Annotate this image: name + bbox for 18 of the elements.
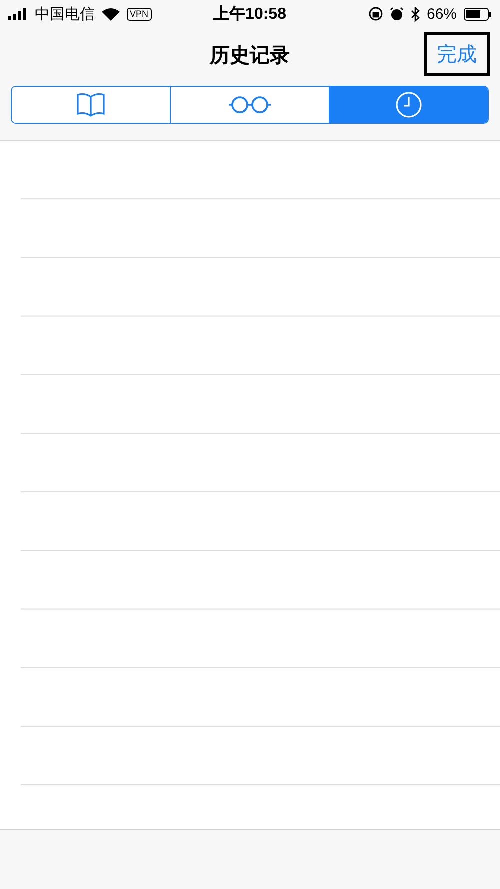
book-icon [76, 92, 106, 118]
alarm-icon [390, 7, 404, 21]
done-button[interactable]: 完成 [424, 32, 490, 76]
segment-tab[interactable] [12, 87, 170, 123]
page-title: 历史记录 [210, 44, 290, 68]
wifi-icon [102, 8, 120, 20]
bluetooth-icon [410, 6, 420, 22]
status-time: 上午10:58 [214, 4, 286, 24]
carrier-name: 中国电信 [35, 4, 95, 24]
segment-tab[interactable] [170, 87, 329, 123]
battery-percent: 66% [426, 6, 458, 22]
orientation-lock-icon [368, 7, 383, 21]
battery-icon [464, 8, 492, 20]
glasses-icon [228, 95, 272, 115]
segment-tab[interactable] [329, 87, 488, 123]
vpn-badge: VPN [127, 8, 152, 20]
signal-icon [8, 8, 28, 20]
clock-icon [395, 91, 423, 119]
